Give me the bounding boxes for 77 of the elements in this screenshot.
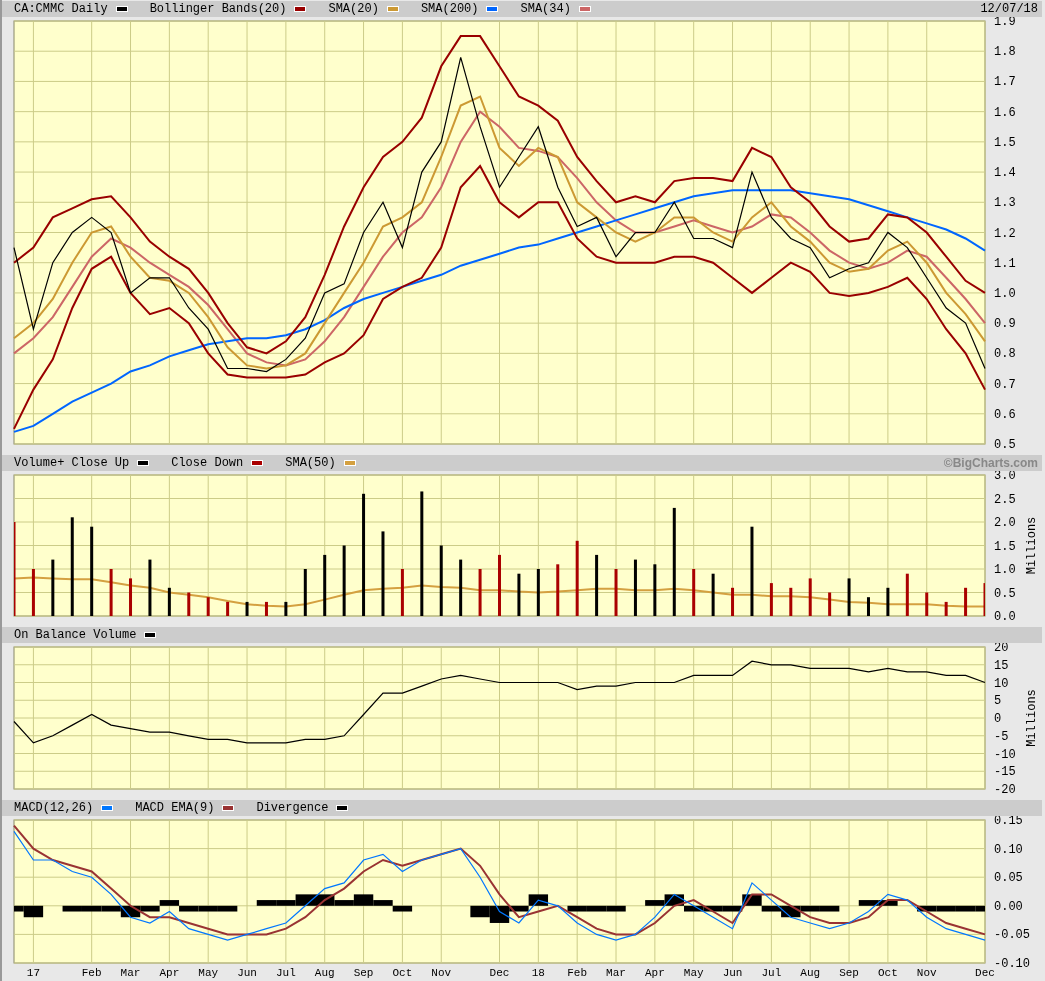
axis-label: 1.2 (994, 226, 1016, 241)
axis-label: Nov (916, 967, 937, 979)
legend-label: CA:CMMC Daily (14, 1, 108, 18)
axis-label: May (683, 967, 704, 979)
legend-label: MACD EMA(9) (135, 800, 215, 817)
axis-label: 1.7 (994, 75, 1016, 90)
axis-label: 1.5 (994, 539, 1016, 554)
axis-label: 0.00 (994, 899, 1023, 914)
axis-label: Feb (567, 967, 588, 979)
axis-label: 1.9 (994, 17, 1016, 29)
axis-label: 0.6 (994, 407, 1016, 422)
legend-label: SMA(34) (520, 1, 571, 18)
legend-label: Bollinger Bands(20) (149, 1, 287, 18)
axis-label: 0.7 (994, 377, 1016, 392)
axis-title: Millions (1025, 516, 1039, 575)
axis-label: -20 (994, 783, 1016, 795)
axis-label: 0.8 (994, 347, 1016, 362)
legend-label: On Balance Volume (14, 627, 137, 644)
axis-label: 0.9 (994, 317, 1016, 332)
legend-label: SMA(200) (420, 1, 479, 18)
axis-label: 2.0 (994, 516, 1016, 530)
axis-label: 1.3 (994, 196, 1016, 211)
legend-label: Divergence (256, 800, 329, 817)
axis-label: Mar (120, 967, 141, 979)
axis-label: 3.0 (994, 471, 1016, 483)
legend-label: Volume+ Close Up (14, 455, 130, 472)
axis-label: Feb (81, 967, 102, 979)
axis-label: 10 (994, 676, 1009, 691)
axis-label: 1.5 (994, 135, 1016, 150)
axis-label: 18 (531, 967, 545, 979)
axis-label: 0.0 (994, 610, 1016, 622)
legend-label: Close Down (171, 455, 244, 472)
axis-label: -5 (994, 729, 1009, 744)
axis-label: Jun (237, 967, 257, 979)
axis-label: 0.5 (994, 586, 1016, 601)
axis-label: -0.10 (994, 957, 1030, 971)
axis-label: 15 (994, 658, 1009, 673)
axis-label: 1.0 (994, 563, 1016, 577)
axis-label: Sep (353, 967, 374, 979)
axis-label: -15 (994, 765, 1016, 780)
axis-label: Sep (839, 967, 859, 979)
axis-label: 2.5 (994, 492, 1016, 507)
axis-label: 5 (994, 694, 1002, 709)
axis-label: Jul (275, 967, 296, 979)
axis-label: 0.05 (994, 871, 1023, 886)
axis-label: Oct (392, 967, 413, 979)
axis-label: Jul (761, 967, 782, 979)
legend-label: SMA(20) (328, 1, 379, 18)
axis-label: 17 (26, 967, 40, 979)
axis-label: Oct (878, 967, 898, 979)
copyright-text: ©BigCharts.com (943, 455, 1038, 471)
axis-label: 1.0 (994, 286, 1016, 301)
axis-label: -10 (994, 747, 1016, 762)
axis-label: 0.15 (994, 816, 1023, 828)
axis-label: Dec (975, 967, 995, 979)
axis-label: 20 (994, 643, 1009, 655)
legend-label: MACD(12,26) (14, 800, 94, 817)
axis-label: Jun (722, 967, 743, 979)
axis-label: Dec (489, 967, 510, 979)
axis-label: 1.4 (994, 166, 1016, 181)
legend-label: SMA(50) (285, 455, 336, 472)
axis-label: 0 (994, 712, 1002, 726)
axis-label: Apr (644, 967, 665, 979)
axis-label: May (198, 967, 219, 979)
axis-label: 1.8 (994, 45, 1016, 60)
axis-label: Mar (606, 967, 626, 979)
axis-label: 0.10 (994, 842, 1023, 857)
axis-label: Apr (159, 967, 180, 979)
axis-label: Aug (800, 967, 821, 979)
chart-date: 12/07/18 (980, 1, 1038, 17)
axis-label: Nov (431, 967, 452, 979)
axis-label: 1.6 (994, 105, 1016, 120)
axis-label: 0.5 (994, 438, 1016, 450)
axis-label: -0.05 (994, 928, 1030, 943)
axis-title: Millions (1025, 689, 1039, 747)
axis-label: Aug (314, 967, 335, 979)
axis-label: 1.1 (994, 256, 1016, 271)
